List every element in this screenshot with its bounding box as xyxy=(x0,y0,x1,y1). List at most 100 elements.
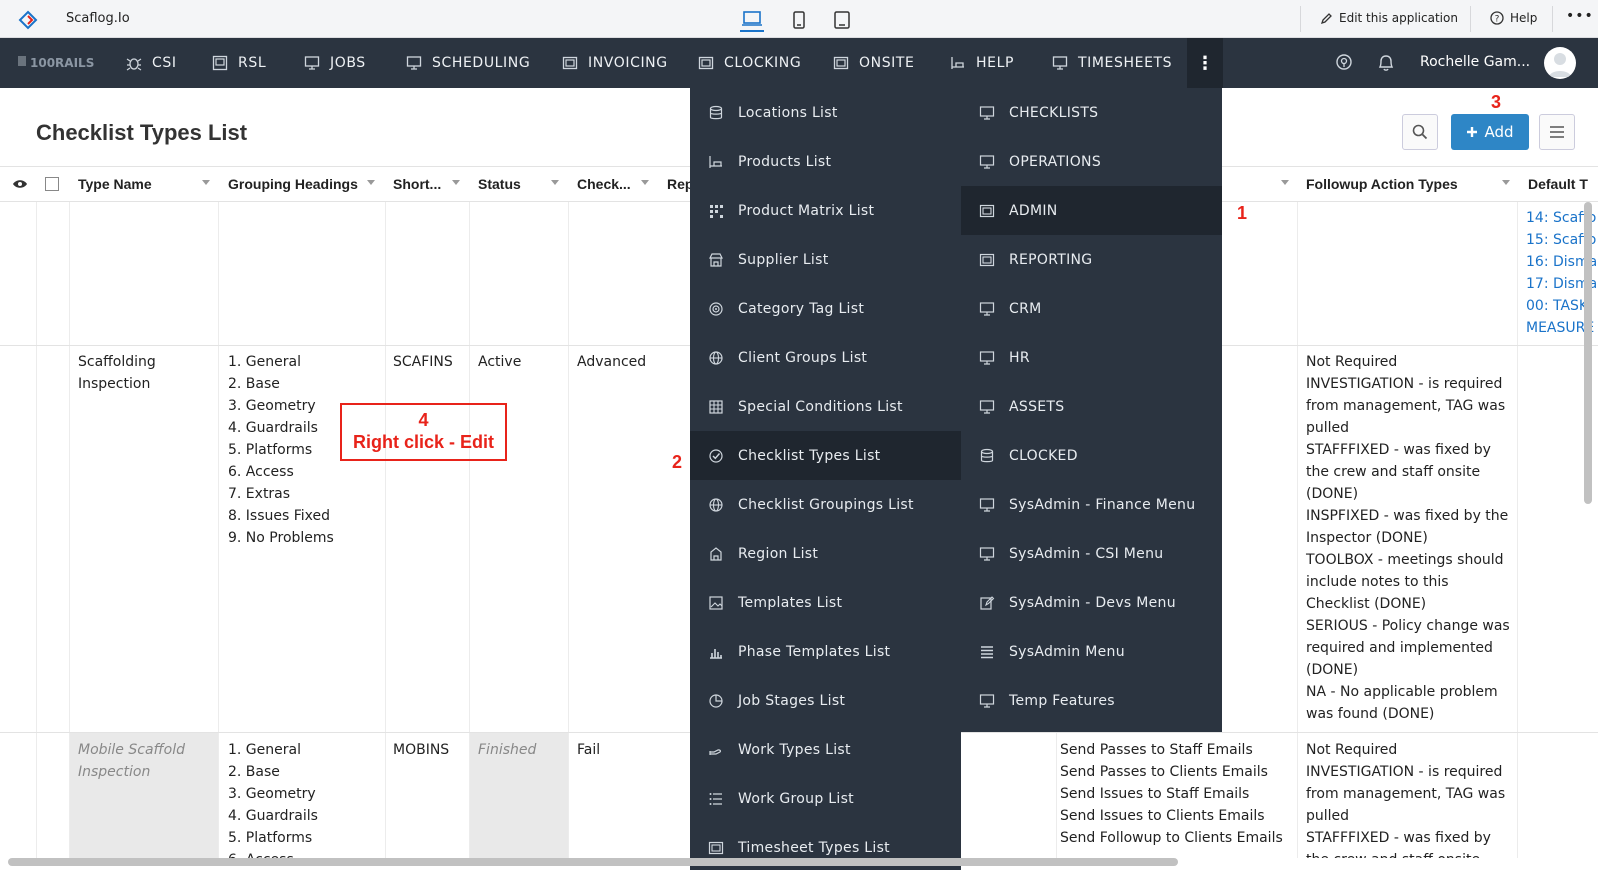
nav-item-help[interactable]: HELP xyxy=(950,38,1014,88)
menu-item-reporting[interactable]: REPORTING xyxy=(961,235,1222,284)
sort-caret-icon[interactable] xyxy=(367,180,375,185)
menu-item-admin[interactable]: ADMIN xyxy=(961,186,1222,235)
menu-item-work-group-list[interactable]: Work Group List xyxy=(690,774,961,823)
menu-item-operations[interactable]: OPERATIONS xyxy=(961,137,1222,186)
followup-line: the crew and staff onsite xyxy=(1306,464,1481,480)
window-icon xyxy=(979,204,995,217)
nav-item-onsite[interactable]: ONSITE xyxy=(833,38,915,88)
menu-item-label: Supplier List xyxy=(738,251,829,268)
sort-caret-icon[interactable] xyxy=(452,180,460,185)
pencil-icon xyxy=(1320,12,1332,24)
app-toolbar: Scaflog.Io Edit this application ? Help … xyxy=(0,0,1598,38)
search-button[interactable] xyxy=(1402,114,1438,150)
menu-item-crm[interactable]: CRM xyxy=(961,284,1222,333)
menu-item-label: Job Stages List xyxy=(738,692,846,709)
horizontal-scrollbar[interactable] xyxy=(8,858,1178,866)
menu-item-templates-list[interactable]: Templates List xyxy=(690,578,961,627)
column-header-followup[interactable]: Followup Action Types xyxy=(1306,176,1458,192)
menu-item-phase-templates-list[interactable]: Phase Templates List xyxy=(690,627,961,676)
menu-item-supplier-list[interactable]: Supplier List xyxy=(690,235,961,284)
cell-text: Scaffolding xyxy=(78,354,156,370)
nav-item-jobs[interactable]: JOBS xyxy=(304,38,366,88)
sort-caret-icon[interactable] xyxy=(641,180,649,185)
tablet-view-button[interactable] xyxy=(830,8,854,32)
nav-item-invoicing[interactable]: INVOICING xyxy=(562,38,668,88)
grouping-item: 7. Extras xyxy=(228,486,291,502)
column-header-type-name[interactable]: Type Name xyxy=(78,176,152,192)
status-cell: Active xyxy=(478,354,522,370)
edit-application-button[interactable]: Edit this application xyxy=(1320,11,1458,25)
avatar[interactable] xyxy=(1544,47,1576,79)
nav-item-label: INVOICING xyxy=(588,55,668,71)
select-all-checkbox[interactable] xyxy=(45,177,59,191)
menu-item-job-stages-list[interactable]: Job Stages List xyxy=(690,676,961,725)
list-menu-button[interactable] xyxy=(1539,114,1575,150)
menu-item-sysadmin-csi[interactable]: SysAdmin - CSI Menu xyxy=(961,529,1222,578)
desktop-view-button[interactable] xyxy=(740,8,764,32)
column-divider xyxy=(385,202,386,858)
nav-item-csi[interactable]: CSI xyxy=(126,38,177,88)
menu-item-locations-list[interactable]: Locations List xyxy=(690,88,961,137)
nav-item-timesheets[interactable]: TIMESHEETS xyxy=(1052,38,1172,88)
sort-caret-icon[interactable] xyxy=(551,180,559,185)
menu-item-sysadmin-finance[interactable]: SysAdmin - Finance Menu xyxy=(961,480,1222,529)
bell-icon[interactable] xyxy=(1377,53,1395,73)
grouping-item: 3. Geometry xyxy=(228,786,316,802)
menu-item-client-groups-list[interactable]: Client Groups List xyxy=(690,333,961,382)
sort-caret-icon[interactable] xyxy=(1281,180,1289,185)
column-header-check[interactable]: Check... xyxy=(577,176,631,192)
menu-item-product-matrix-list[interactable]: Product Matrix List xyxy=(690,186,961,235)
column-divider xyxy=(1517,202,1518,858)
location-pin-icon[interactable] xyxy=(1334,53,1354,73)
menu-item-clocked[interactable]: CLOCKED xyxy=(961,431,1222,480)
menu-item-checklists[interactable]: CHECKLISTS xyxy=(961,88,1222,137)
grouping-item: 2. Base xyxy=(228,764,280,780)
brand-logo[interactable]: 100RAILS xyxy=(18,52,94,72)
app-logo-icon[interactable] xyxy=(18,10,38,30)
svg-text:?: ? xyxy=(1495,15,1500,25)
followup-line: SERIOUS - Policy change was xyxy=(1306,618,1510,634)
help-button[interactable]: ? Help xyxy=(1490,11,1537,25)
followup-line: Inspector (DONE) xyxy=(1306,530,1428,546)
monitor-icon xyxy=(979,497,995,512)
menu-item-work-types-list[interactable]: Work Types List xyxy=(690,725,961,774)
menu-item-sysadmin-menu[interactable]: SysAdmin Menu xyxy=(961,627,1222,676)
column-header-default[interactable]: Default T xyxy=(1528,176,1588,192)
menu-item-region-list[interactable]: Region List xyxy=(690,529,961,578)
followup-line: TOOLBOX - meetings should xyxy=(1306,552,1504,568)
column-header-status[interactable]: Status xyxy=(478,176,521,192)
column-header-short[interactable]: Short... xyxy=(393,176,441,192)
email-action-line: Send Passes to Staff Emails xyxy=(1060,742,1253,758)
sort-caret-icon[interactable] xyxy=(202,180,210,185)
menu-item-label: Templates List xyxy=(738,594,843,611)
menu-item-hr[interactable]: HR xyxy=(961,333,1222,382)
grouping-item: 4. Guardrails xyxy=(228,420,318,436)
menu-item-category-tag-list[interactable]: Category Tag List xyxy=(690,284,961,333)
eye-icon[interactable] xyxy=(12,178,28,190)
email-action-line: Send Followup to Clients Emails xyxy=(1060,830,1283,846)
menu-item-label: HR xyxy=(1009,349,1030,366)
menu-item-sysadmin-devs[interactable]: SysAdmin - Devs Menu xyxy=(961,578,1222,627)
add-button[interactable]: Add xyxy=(1451,114,1529,150)
column-header-grouping[interactable]: Grouping Headings xyxy=(228,176,358,192)
sort-caret-icon[interactable] xyxy=(1502,180,1510,185)
nav-item-label: TIMESHEETS xyxy=(1078,55,1173,71)
menu-item-checklist-types-list[interactable]: Checklist Types List xyxy=(690,431,961,480)
vertical-scrollbar[interactable] xyxy=(1584,202,1592,504)
more-options-button[interactable]: ••• xyxy=(1566,8,1594,24)
menu-item-temp-features[interactable]: Temp Features xyxy=(961,676,1222,725)
nav-item-rsl[interactable]: RSL xyxy=(212,38,266,88)
more-menu-button[interactable]: ⋮ xyxy=(1187,38,1223,88)
menu-item-products-list[interactable]: Products List xyxy=(690,137,961,186)
menu-item-checklist-groupings-list[interactable]: Checklist Groupings List xyxy=(690,480,961,529)
nav-item-scheduling[interactable]: SCHEDULING xyxy=(406,38,530,88)
user-name[interactable]: Rochelle Gam... xyxy=(1420,54,1530,70)
menu-item-label: CHECKLISTS xyxy=(1009,104,1099,121)
followup-line: STAFFFIXED - was fixed by xyxy=(1306,830,1491,846)
menu-item-special-conditions-list[interactable]: Special Conditions List xyxy=(690,382,961,431)
followup-line: Not Required xyxy=(1306,354,1398,370)
phone-view-button[interactable] xyxy=(787,8,811,32)
nav-item-clocking[interactable]: CLOCKING xyxy=(698,38,801,88)
menu-item-assets[interactable]: ASSETS xyxy=(961,382,1222,431)
tablet-icon xyxy=(834,11,850,29)
